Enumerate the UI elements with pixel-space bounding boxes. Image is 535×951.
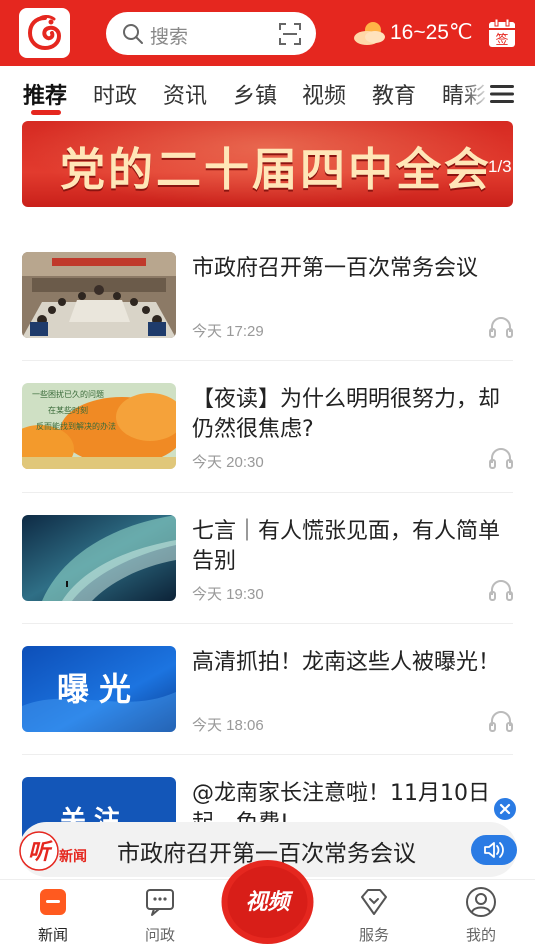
- divider: [22, 492, 513, 493]
- thumb-caption: 曝光: [57, 670, 141, 708]
- tab-education[interactable]: 教育: [372, 78, 416, 110]
- banner-title: 党的二十届四中全会: [60, 143, 493, 196]
- weather-cloudy-sun-icon: [354, 22, 385, 45]
- divider: [22, 754, 513, 755]
- tab-towns[interactable]: 乡镇: [233, 78, 277, 110]
- temperature-label: 16~25℃: [390, 21, 473, 44]
- news-time: 今天 20:30: [192, 454, 264, 471]
- search-icon: [123, 24, 143, 44]
- tab-politics[interactable]: 时政: [93, 78, 137, 110]
- diamond-icon: [361, 889, 387, 915]
- nav-label: 视频: [245, 890, 290, 915]
- tab-recommend[interactable]: 推荐: [23, 78, 67, 110]
- news-item[interactable]: 一些困扰已久的问题 在某些时刻 反而能找到解决的办法 【夜读】为什么明明很努力，…: [22, 383, 513, 514]
- news-time: 今天 18:06: [192, 717, 264, 734]
- app-logo[interactable]: [19, 8, 70, 58]
- tab-news[interactable]: 资讯: [163, 78, 207, 110]
- news-thumbnail-autumn: 一些困扰已久的问题 在某些时刻 反而能找到解决的办法: [22, 383, 176, 469]
- close-icon: [499, 803, 511, 815]
- nav-profile[interactable]: 我的: [441, 880, 521, 951]
- news-title: 高清抓拍！龙南这些人被曝光！: [192, 650, 501, 675]
- active-tab-indicator: [31, 110, 61, 115]
- news-item[interactable]: 七言｜有人慌张见面，有人简单告别 今天 19:30: [22, 515, 513, 646]
- tab-video[interactable]: 视频: [302, 78, 346, 110]
- news-thumbnail-aurora: [22, 515, 176, 601]
- search-placeholder: 搜索: [150, 26, 189, 48]
- news-title: 【夜读】为什么明明很努力，却仍然很焦虑?: [192, 387, 501, 442]
- headphones-icon[interactable]: [489, 579, 513, 601]
- banner-pager: 1/3: [488, 157, 512, 176]
- user-icon: [466, 887, 496, 917]
- category-tabs: 推荐 时政 资讯 乡镇 视频 教育 睛彩: [0, 66, 535, 122]
- logo-icon: [27, 15, 61, 51]
- news-item[interactable]: 曝光 高清抓拍！龙南这些人被曝光！ 今天 18:06: [22, 646, 513, 777]
- news-icon: [40, 889, 66, 915]
- divider: [22, 360, 513, 361]
- chat-icon: [146, 889, 174, 916]
- speaker-icon: [484, 842, 504, 858]
- news-thumbnail-exposure: 曝光: [22, 646, 176, 732]
- tab-fade: [462, 66, 490, 122]
- news-item[interactable]: 市政府召开第一百次常务会议 今天 17:29: [22, 252, 513, 383]
- headphones-icon[interactable]: [489, 447, 513, 469]
- video-center-button[interactable]: 视频: [220, 858, 315, 946]
- headphones-icon[interactable]: [489, 710, 513, 732]
- thumb-caption: 一些困扰已久的问题: [32, 389, 104, 399]
- sign-in-calendar-icon[interactable]: 签: [488, 18, 516, 48]
- player-audio-button[interactable]: [471, 835, 517, 865]
- nav-inquiry[interactable]: 问政: [120, 880, 200, 951]
- news-time: 今天 19:30: [192, 586, 264, 603]
- nav-label: 我的: [465, 926, 496, 944]
- news-title: 市政府召开第一百次常务会议: [192, 256, 479, 281]
- nav-label: 服务: [358, 926, 389, 944]
- svg-text:听: 听: [28, 840, 53, 865]
- divider: [22, 623, 513, 624]
- close-player-button[interactable]: [492, 796, 518, 822]
- calendar-label: 签: [495, 32, 508, 48]
- svg-text:新闻: 新闻: [59, 848, 87, 865]
- headphones-icon[interactable]: [489, 316, 513, 338]
- news-time: 今天 17:29: [192, 323, 264, 340]
- scan-icon[interactable]: [278, 22, 302, 46]
- search-box[interactable]: 搜索: [106, 12, 316, 55]
- svg-text:在某些时刻: 在某些时刻: [48, 405, 88, 415]
- nav-news[interactable]: 新闻: [13, 880, 93, 951]
- nav-label: 问政: [144, 926, 175, 944]
- nav-services[interactable]: 服务: [334, 880, 414, 951]
- app-screen: 搜索 16~25℃ 签 推荐 时政 资讯 乡镇 视频 教育 睛彩: [0, 0, 535, 951]
- listen-news-logo: 听 新闻: [19, 825, 109, 875]
- headline-banner[interactable]: 党的二十届四中全会 1/3: [22, 121, 513, 207]
- menu-icon[interactable]: [490, 84, 514, 104]
- svg-text:反而能找到解决的办法: 反而能找到解决的办法: [36, 421, 116, 431]
- top-bar: 搜索 16~25℃ 签: [0, 0, 535, 66]
- nav-label: 新闻: [37, 926, 68, 944]
- news-title: 七言｜有人慌张见面，有人简单告别: [192, 519, 501, 574]
- news-thumbnail-meeting: [22, 252, 176, 338]
